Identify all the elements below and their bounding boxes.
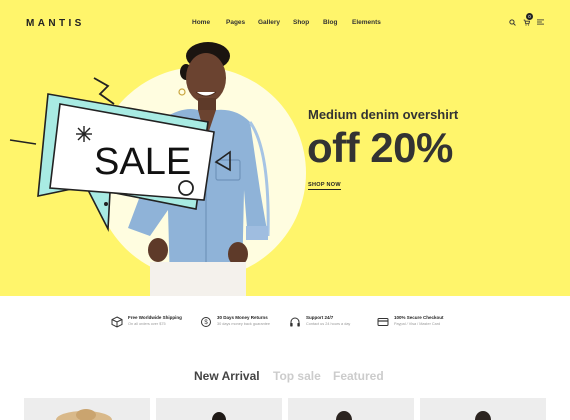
feature-subtitle: Paypal / Visa / Master Card [394, 322, 441, 326]
hero-subtitle: Medium denim overshirt [308, 107, 459, 122]
product-card[interactable] [288, 398, 414, 420]
tab-featured[interactable]: Featured [333, 369, 384, 383]
feature-title: 30 Days Money Returns [217, 315, 268, 320]
hero-title: off 20% [307, 124, 453, 171]
nav-shop[interactable]: Shop [293, 19, 309, 26]
product-image [56, 409, 112, 420]
nav-pages[interactable]: Pages [226, 19, 245, 26]
feature-support: Support 24/7 Contact us 24 hours a day [289, 314, 350, 328]
sale-badge-text: SALE [94, 141, 191, 183]
product-card[interactable] [420, 398, 546, 420]
main-nav: Home Pages Gallery Shop Blog Elements [0, 19, 570, 29]
product-image [212, 412, 226, 420]
feature-title: Free Worldwide Shipping [128, 315, 182, 320]
hero-banner: MANTIS Home Pages Gallery Shop Blog Elem… [0, 0, 570, 296]
feature-checkout: 100% Secure Checkout Paypal / Visa / Mas… [377, 314, 444, 328]
search-icon[interactable] [508, 17, 516, 27]
box-icon [111, 316, 123, 328]
header-icons: 0 [508, 13, 544, 27]
feature-title: 100% Secure Checkout [394, 315, 444, 320]
menu-icon[interactable] [536, 17, 544, 27]
feature-title: Support 24/7 [306, 315, 334, 320]
product-card[interactable] [156, 398, 282, 420]
feature-subtitle: 30 days money back guarantee [217, 322, 270, 326]
svg-text:$: $ [204, 320, 208, 326]
tab-new-arrival[interactable]: New Arrival [194, 369, 260, 383]
product-grid [24, 398, 546, 420]
cart-icon[interactable]: 0 [522, 13, 533, 27]
feature-subtitle: On all orders over $75 [128, 322, 166, 326]
product-image [475, 411, 491, 420]
tab-top-sale[interactable]: Top sale [273, 369, 321, 383]
features-strip: Free Worldwide Shipping On all orders ov… [0, 314, 570, 338]
cart-count-badge: 0 [526, 13, 533, 20]
shop-now-link[interactable]: SHOP NOW [308, 182, 341, 190]
product-card[interactable] [24, 398, 150, 420]
product-tabs: New Arrival Top sale Featured [0, 369, 570, 385]
feature-subtitle: Contact us 24 hours a day [306, 322, 351, 326]
nav-gallery[interactable]: Gallery [258, 19, 280, 26]
money-back-icon: $ [201, 317, 211, 327]
card-icon [377, 318, 389, 326]
feature-shipping: Free Worldwide Shipping On all orders ov… [111, 314, 182, 328]
nav-blog[interactable]: Blog [323, 19, 337, 26]
feature-returns: $ 30 Days Money Returns 30 days money ba… [200, 314, 270, 328]
headphones-icon [290, 317, 300, 327]
product-image [336, 411, 352, 420]
sale-badge-graphic: SALE [9, 77, 231, 233]
nav-elements[interactable]: Elements [352, 19, 381, 26]
nav-home[interactable]: Home [192, 19, 210, 26]
